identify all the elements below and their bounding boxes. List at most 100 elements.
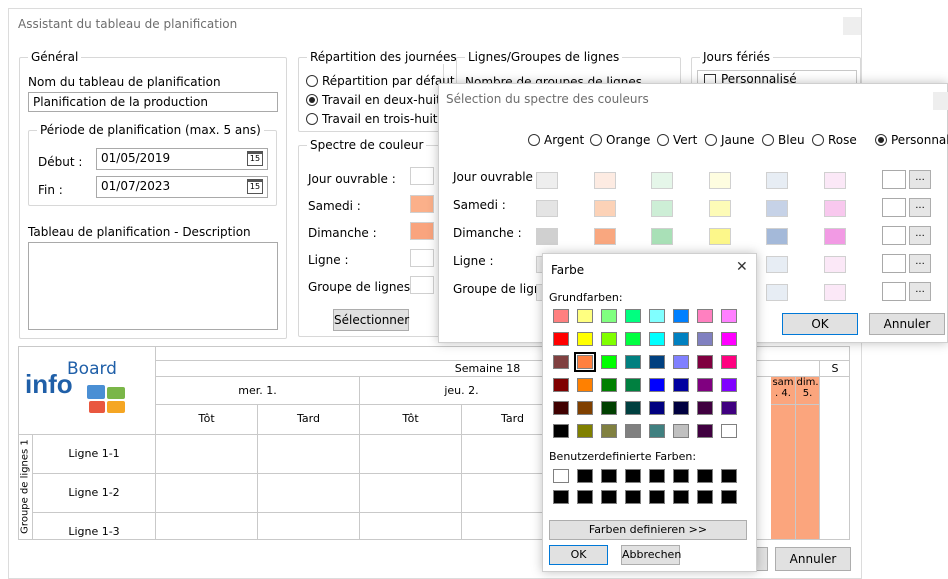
basic-color-swatch[interactable] — [553, 424, 569, 438]
basic-color-swatch[interactable] — [625, 401, 641, 415]
custom-color-swatch[interactable] — [577, 490, 593, 504]
basic-color-swatch[interactable] — [625, 332, 641, 346]
basic-color-swatch[interactable] — [577, 309, 593, 323]
planning-name-input[interactable]: Planification de la production — [28, 92, 278, 112]
option-jaune-radio[interactable] — [705, 134, 717, 146]
custom-color-swatch[interactable] — [577, 469, 593, 483]
option-bleu-radio[interactable] — [762, 134, 774, 146]
basic-color-swatch[interactable] — [553, 309, 569, 323]
basic-color-swatch[interactable] — [697, 309, 713, 323]
basic-color-swatch[interactable] — [625, 355, 641, 369]
basic-color-swatch[interactable] — [673, 378, 689, 392]
basic-color-swatch[interactable] — [649, 378, 665, 392]
start-date-input[interactable]: 01/05/2019 — [96, 148, 268, 170]
grid-cell[interactable] — [360, 435, 462, 474]
basic-color-swatch[interactable] — [601, 401, 617, 415]
basic-color-swatch[interactable] — [553, 332, 569, 346]
grid-cell[interactable] — [156, 435, 258, 474]
rep-default-radio[interactable] — [306, 75, 318, 87]
custom-color-swatch[interactable] — [673, 469, 689, 483]
option-vert-radio[interactable] — [657, 134, 669, 146]
basic-color-swatch[interactable] — [721, 424, 737, 438]
basic-color-swatch[interactable] — [577, 401, 593, 415]
end-date-input[interactable]: 01/07/2023 — [96, 176, 268, 198]
basic-color-swatch[interactable] — [697, 401, 713, 415]
close-icon[interactable]: ✕ — [736, 259, 748, 275]
basic-color-swatch[interactable] — [673, 332, 689, 346]
basic-color-swatch[interactable] — [649, 424, 665, 438]
grid-cell[interactable] — [156, 513, 258, 539]
basic-color-swatch[interactable] — [721, 332, 737, 346]
basic-color-swatch[interactable] — [721, 401, 737, 415]
basic-color-swatch[interactable] — [697, 424, 713, 438]
wizard-cancel-button[interactable]: Annuler — [775, 547, 851, 571]
select-button[interactable]: Sélectionner — [333, 309, 409, 331]
line-row-1[interactable]: Ligne 1-1 — [33, 435, 156, 474]
spectrum-ok-button[interactable]: OK — [782, 313, 858, 335]
custom-color-swatch[interactable] — [649, 490, 665, 504]
rep-two-radio[interactable] — [306, 94, 318, 106]
custom-color-swatch[interactable] — [721, 490, 737, 504]
custom-color-swatch[interactable] — [697, 469, 713, 483]
spectrum-dialog-close-button[interactable] — [933, 92, 948, 110]
custom-color-swatch[interactable] — [673, 490, 689, 504]
basic-color-swatch[interactable] — [649, 309, 665, 323]
window-close-button[interactable] — [843, 17, 861, 35]
custom-color-swatch[interactable] — [625, 490, 641, 504]
wizard-back-button[interactable] — [756, 547, 768, 571]
grid-cell[interactable] — [360, 474, 462, 513]
basic-color-swatch[interactable] — [577, 332, 593, 346]
basic-color-swatch[interactable] — [649, 355, 665, 369]
custom-color-swatch[interactable] — [721, 469, 737, 483]
start-calendar-icon[interactable]: 15 — [247, 151, 263, 166]
basic-color-swatch[interactable] — [673, 309, 689, 323]
basic-color-swatch[interactable] — [577, 378, 593, 392]
basic-color-swatch[interactable] — [625, 378, 641, 392]
color-cancel-button[interactable]: Abbrechen — [621, 545, 681, 565]
define-colors-button[interactable]: Farben definieren >> — [549, 520, 747, 540]
custom-color-swatch[interactable] — [601, 469, 617, 483]
option-custom-radio[interactable] — [875, 134, 887, 146]
grid-cell[interactable] — [258, 435, 360, 474]
custom-color-swatch[interactable] — [649, 469, 665, 483]
basic-color-swatch[interactable] — [673, 401, 689, 415]
basic-color-swatch[interactable] — [601, 355, 617, 369]
custom-color-swatch[interactable] — [625, 469, 641, 483]
basic-color-swatch[interactable] — [697, 355, 713, 369]
description-textarea[interactable] — [28, 242, 278, 330]
basic-color-swatch[interactable] — [577, 424, 593, 438]
basic-color-swatch[interactable] — [601, 309, 617, 323]
basic-color-swatch[interactable] — [574, 352, 596, 372]
line-row-3[interactable]: Ligne 1-3 — [33, 513, 156, 539]
custom-group-button[interactable]: ... — [909, 282, 931, 301]
end-calendar-icon[interactable]: 15 — [247, 179, 263, 194]
basic-color-swatch[interactable] — [673, 424, 689, 438]
grid-cell[interactable] — [360, 513, 462, 539]
basic-color-swatch[interactable] — [697, 378, 713, 392]
basic-color-swatch[interactable] — [601, 378, 617, 392]
custom-color-swatch[interactable] — [553, 469, 569, 483]
option-rose-radio[interactable] — [812, 134, 824, 146]
basic-color-swatch[interactable] — [553, 355, 569, 369]
grid-cell[interactable] — [156, 474, 258, 513]
basic-color-swatch[interactable] — [625, 424, 641, 438]
basic-color-swatch[interactable] — [553, 401, 569, 415]
custom-color-swatch[interactable] — [697, 490, 713, 504]
custom-sunday-button[interactable]: ... — [909, 226, 931, 245]
basic-color-swatch[interactable] — [721, 309, 737, 323]
option-orange-radio[interactable] — [590, 134, 602, 146]
basic-color-swatch[interactable] — [721, 378, 737, 392]
custom-color-swatch[interactable] — [553, 490, 569, 504]
basic-color-swatch[interactable] — [625, 309, 641, 323]
custom-color-swatch[interactable] — [601, 490, 617, 504]
basic-color-swatch[interactable] — [673, 355, 689, 369]
basic-color-swatch[interactable] — [721, 355, 737, 369]
custom-saturday-button[interactable]: ... — [909, 198, 931, 217]
grid-cell[interactable] — [258, 513, 360, 539]
basic-color-swatch[interactable] — [697, 332, 713, 346]
basic-color-swatch[interactable] — [649, 401, 665, 415]
custom-workday-button[interactable]: ... — [909, 170, 931, 189]
line-row-2[interactable]: Ligne 1-2 — [33, 474, 156, 513]
spectrum-cancel-button[interactable]: Annuler — [869, 313, 945, 335]
rep-three-radio[interactable] — [306, 113, 318, 125]
